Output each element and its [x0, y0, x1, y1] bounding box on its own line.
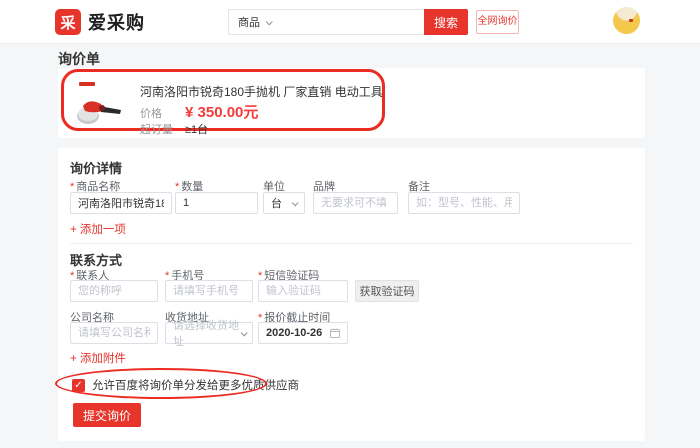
top-navbar: 采 爱采购 商品 搜索 全网询价 [0, 0, 700, 44]
search-button[interactable]: 搜索 [424, 9, 468, 35]
quantity-input[interactable] [175, 192, 258, 214]
deadline-date-value: 2020-10-26 [266, 327, 322, 339]
add-item-link[interactable]: + 添加一项 [70, 221, 126, 237]
unit-select-value: 台 [271, 195, 282, 211]
chevron-down-icon [240, 329, 247, 336]
product-price-row: 价格 ¥ 350.00元 [140, 101, 258, 122]
brand-name: 爱采购 [88, 9, 145, 35]
chevron-down-icon [292, 199, 299, 206]
note-input[interactable] [408, 192, 520, 214]
section-divider [70, 243, 633, 244]
company-input[interactable] [70, 322, 158, 344]
moq-value: ≥1台 [185, 121, 208, 137]
sms-code-input[interactable] [258, 280, 348, 302]
price-label: 价格 [140, 105, 185, 121]
global-inquiry-button[interactable]: 全网询价 [476, 10, 519, 34]
address-select-placeholder: 请选择收货地址 [173, 317, 241, 349]
search-bar: 商品 搜索 [228, 9, 468, 35]
user-avatar[interactable] [613, 7, 640, 34]
unit-select[interactable]: 台 [263, 192, 305, 214]
brand-logo[interactable]: 采 爱采购 [55, 9, 145, 35]
get-code-button[interactable]: 获取验证码 [355, 280, 419, 302]
product-moq-row: 起订量 ≥1台 [140, 121, 208, 137]
product-title: 河南洛阳市锐奇180手抛机 厂家直销 电动工具 [140, 83, 440, 100]
product-card: 河南洛阳市锐奇180手抛机 厂家直销 电动工具 价格 ¥ 350.00元 起订量… [58, 68, 645, 138]
phone-input[interactable] [165, 280, 253, 302]
brand-logo-icon: 采 [55, 9, 81, 35]
address-select[interactable]: 请选择收货地址 [165, 322, 253, 344]
price-value: ¥ 350.00元 [185, 101, 258, 122]
consent-row: ✓ 允许百度将询价单分发给更多优质供应商 [72, 377, 299, 393]
search-category-label: 商品 [238, 14, 260, 30]
detail-section-heading: 询价详情 [70, 158, 122, 177]
calendar-icon [330, 328, 340, 338]
submit-inquiry-button[interactable]: 提交询价 [73, 403, 141, 427]
add-attachment-link[interactable]: + 添加附件 [70, 350, 126, 366]
product-name-input[interactable] [70, 192, 172, 214]
page-title: 询价单 [58, 49, 100, 69]
consent-checkbox[interactable]: ✓ [72, 379, 85, 392]
inquiry-form-card: 询价详情 *商品名称 *数量 单位 品牌 备注 台 + 添加一项 联系方式 *联… [58, 148, 645, 441]
brand-input[interactable] [313, 192, 398, 214]
consent-label: 允许百度将询价单分发给更多优质供应商 [92, 377, 299, 393]
moq-label: 起订量 [140, 121, 185, 137]
deadline-date-picker[interactable]: 2020-10-26 [258, 322, 348, 344]
product-image [75, 80, 125, 128]
contact-name-input[interactable] [70, 280, 158, 302]
chevron-down-icon [266, 18, 273, 25]
search-category-dropdown[interactable]: 商品 [229, 14, 280, 30]
